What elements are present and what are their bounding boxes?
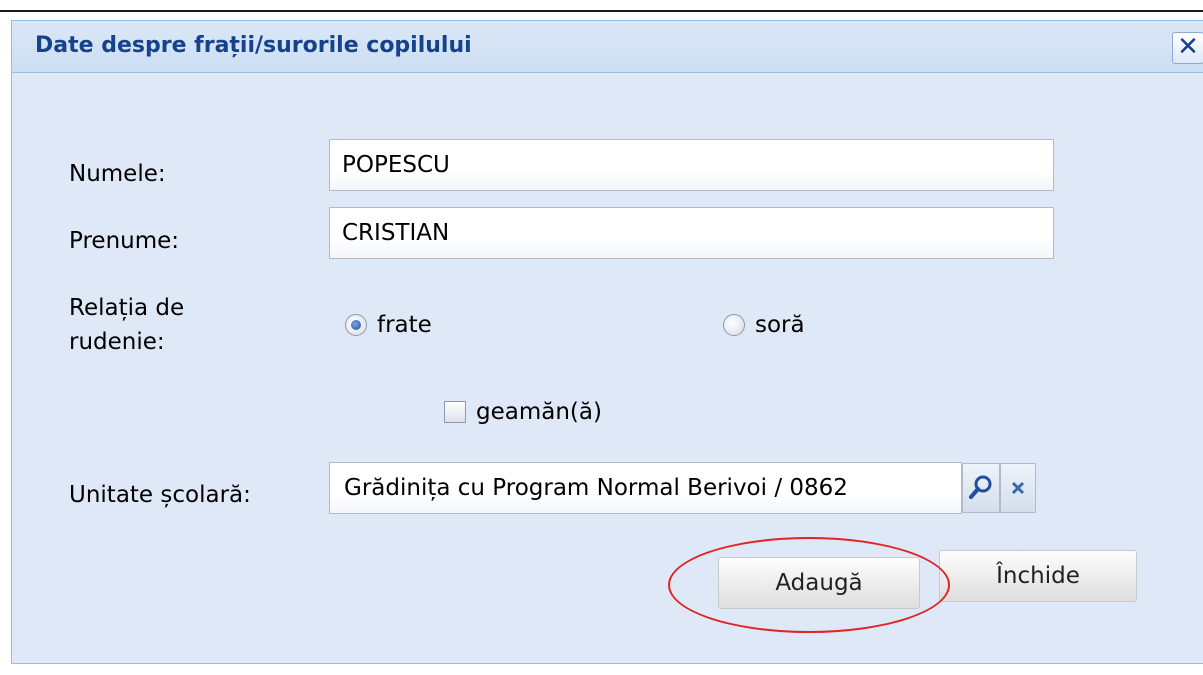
search-icon: [969, 475, 992, 499]
close-icon[interactable]: ✕: [1172, 32, 1203, 64]
radio-frate[interactable]: [345, 314, 367, 336]
relatia-label-line1: Relația de: [69, 295, 185, 321]
search-trigger[interactable]: [962, 463, 1000, 513]
nume-field[interactable]: POPESCU: [329, 139, 1054, 191]
close-button[interactable]: Închide: [939, 550, 1137, 602]
radio-sora-label[interactable]: soră: [755, 310, 805, 340]
dialog-titlebar[interactable]: Date despre frații/surorile copilului ✕: [12, 21, 1203, 73]
radio-sora[interactable]: [723, 314, 745, 336]
geaman-checkbox[interactable]: [444, 401, 466, 423]
geaman-label[interactable]: geamăn(ă): [476, 397, 602, 427]
clear-icon: [1011, 481, 1025, 495]
sibling-dialog: Date despre frații/surorile copilului ✕ …: [11, 20, 1203, 664]
unitate-field[interactable]: Grădinița cu Program Normal Berivoi / 08…: [329, 462, 962, 514]
unitate-label: Unitate școlară:: [69, 482, 251, 508]
radio-frate-label[interactable]: frate: [377, 310, 432, 340]
prenume-field[interactable]: CRISTIAN: [329, 207, 1054, 259]
clear-trigger[interactable]: [1000, 463, 1036, 513]
relatia-label-line2: rudenie:: [69, 329, 165, 355]
prenume-label: Prenume:: [69, 228, 180, 254]
nume-label: Numele:: [69, 161, 166, 187]
radio-selected-dot: [351, 320, 361, 330]
add-button[interactable]: Adaugă: [718, 557, 920, 609]
top-divider: [0, 10, 1203, 12]
dialog-title: Date despre frații/surorile copilului: [35, 33, 472, 58]
